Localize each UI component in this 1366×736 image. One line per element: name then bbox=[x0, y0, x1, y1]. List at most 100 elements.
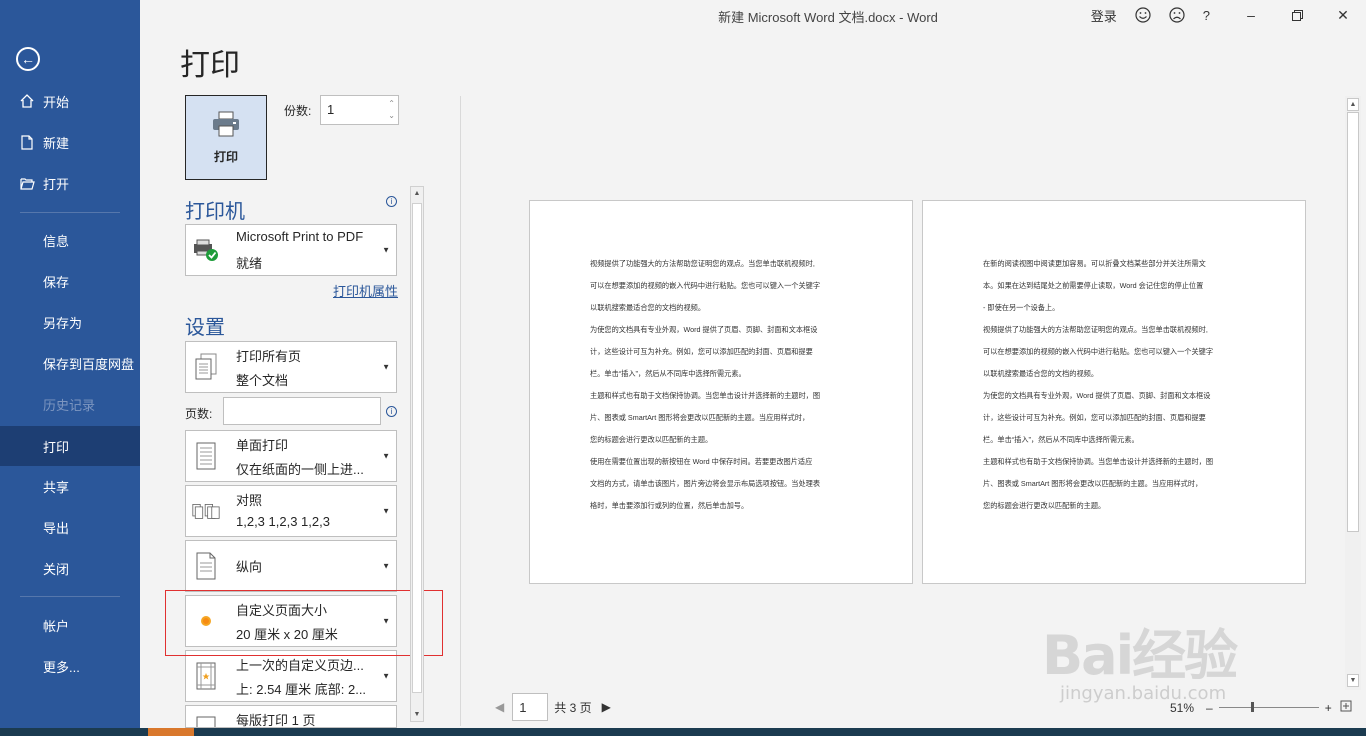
page-text-line: 您的标题会进行更改以匹配新的主题。 bbox=[983, 501, 1106, 510]
page-title: 打印 bbox=[180, 49, 240, 82]
pane-divider bbox=[460, 96, 461, 726]
sidebar-item-share[interactable]: 共享 bbox=[0, 466, 140, 506]
sidebar-item-label: 导出 bbox=[43, 520, 70, 536]
setting-line1: 上一次的自定义页边... bbox=[236, 658, 364, 673]
scroll-up-icon[interactable]: ▲ bbox=[1347, 98, 1359, 111]
taskbar bbox=[0, 728, 1366, 736]
collate-dropdown[interactable]: 对照 1,2,3 1,2,3 1,2,3 ▼ bbox=[185, 485, 397, 537]
setting-line1: 纵向 bbox=[236, 559, 263, 575]
sign-in-link[interactable]: 登录 bbox=[1091, 6, 1117, 25]
page-text-line: 使用在需要位置出现的新按钮在 Word 中保存时间。若要更改图片适应 bbox=[590, 457, 813, 466]
sidebar-divider bbox=[20, 596, 120, 597]
info-icon[interactable]: i bbox=[386, 406, 397, 417]
printer-name: Microsoft Print to PDF bbox=[236, 229, 364, 244]
dropdown-caret-icon: ▼ bbox=[382, 561, 390, 571]
sidebar-item-close[interactable]: 关闭 bbox=[0, 548, 140, 588]
sidebar-item-save[interactable]: 保存 bbox=[0, 261, 140, 301]
collated-icon bbox=[192, 499, 220, 523]
page-text-line: 片、图表或 SmartArt 图形将会更改以匹配新的主题。当应用样式时， bbox=[983, 479, 1203, 488]
smile-feedback-icon[interactable] bbox=[1135, 7, 1151, 23]
sidebar-item-save-as[interactable]: 另存为 bbox=[0, 302, 140, 342]
sidebar-item-new[interactable]: 新建 bbox=[0, 122, 140, 162]
copies-stepper[interactable]: 1 ⌃ ⌄ bbox=[320, 95, 399, 125]
zoom-slider[interactable] bbox=[1218, 702, 1319, 712]
pages-label: 页数: bbox=[185, 407, 213, 421]
preview-page-1: 视频提供了功能强大的方法帮助您证明您的观点。当您单击联机视频时, 可以在想要添加的… bbox=[529, 200, 913, 584]
printer-properties-link[interactable]: 打印机属性 bbox=[333, 281, 398, 300]
scroll-down-icon[interactable]: ▼ bbox=[411, 708, 423, 721]
scroll-down-icon[interactable]: ▼ bbox=[1347, 674, 1359, 687]
custom-margins-icon bbox=[192, 661, 220, 691]
setting-line1: 打印所有页 bbox=[236, 349, 302, 364]
page-text-line: 计，这些设计可互为补充。例如，您可以添加匹配的封面、页眉和提要 bbox=[983, 413, 1206, 422]
page-size-highlight-box bbox=[165, 590, 443, 656]
sidebar-item-label: 帐户 bbox=[43, 618, 70, 634]
title-bar: 新建 Microsoft Word 文档.docx - Word 登录 ? – … bbox=[140, 0, 1366, 30]
printer-status: 就绪 bbox=[236, 256, 263, 271]
sidebar-item-save-baidu[interactable]: 保存到百度网盘 bbox=[0, 343, 140, 383]
preview-page-2: 在新的阅读视图中阅读更加容易。可以折叠文档某些部分并关注所需文 本。如果在达到结尾… bbox=[922, 200, 1306, 584]
pages-per-sheet-dropdown[interactable]: 每版打印 1 页 bbox=[185, 705, 397, 728]
one-sided-icon bbox=[192, 441, 220, 471]
pages-input[interactable] bbox=[223, 397, 381, 425]
page-text-line: 计，这些设计可互为补充。例如，您可以添加匹配的封面、页眉和提要 bbox=[590, 347, 813, 356]
page-text-line: 格时，单击要添加行或列的位置，然后单击加号。 bbox=[590, 501, 749, 510]
sidebar-item-info[interactable]: 信息 bbox=[0, 220, 140, 260]
zoom-slider-knob[interactable] bbox=[1250, 702, 1254, 712]
minimize-icon[interactable]: – bbox=[1228, 0, 1274, 30]
sidebar-item-label: 关闭 bbox=[43, 561, 70, 577]
help-button[interactable]: ? bbox=[1203, 8, 1210, 23]
back-arrow-icon[interactable]: ← bbox=[16, 47, 40, 71]
portrait-icon bbox=[192, 551, 220, 581]
print-button-label: 打印 bbox=[213, 149, 238, 164]
print-button[interactable]: 打印 bbox=[185, 95, 267, 180]
margins-dropdown[interactable]: 上一次的自定义页边... 上: 2.54 厘米 底部: 2... ▼ bbox=[185, 650, 397, 702]
fit-page-icon[interactable] bbox=[1340, 700, 1352, 715]
info-icon[interactable]: i bbox=[386, 196, 397, 207]
setting-line1: 单面打印 bbox=[236, 438, 289, 453]
sidebar-item-open[interactable]: 打开 bbox=[0, 163, 140, 203]
page-text-line: 为使您的文档具有专业外观，Word 提供了页眉、页脚、封面和文本框设 bbox=[590, 325, 818, 334]
sidebar-item-label: 开始 bbox=[43, 94, 70, 110]
settings-scrollbar[interactable]: ▲ ▼ bbox=[410, 186, 424, 722]
sidebar-item-label: 新建 bbox=[43, 135, 70, 151]
print-range-dropdown[interactable]: 打印所有页 整个文档 ▼ bbox=[185, 341, 397, 393]
sidebar-item-export[interactable]: 导出 bbox=[0, 507, 140, 547]
page-text-line: 本。如果在达到结尾处之前需要停止读取，Word 会记住您的停止位置 bbox=[983, 281, 1204, 290]
dropdown-caret-icon: ▼ bbox=[382, 451, 390, 461]
next-page-icon[interactable]: ▶ bbox=[602, 700, 611, 714]
restore-icon[interactable] bbox=[1274, 0, 1320, 30]
current-page-input[interactable]: 1 bbox=[512, 693, 549, 721]
sidebar-item-home[interactable]: 开始 bbox=[0, 81, 140, 121]
sidebar-item-print[interactable]: 打印 bbox=[0, 426, 140, 466]
scroll-thumb[interactable] bbox=[1347, 112, 1359, 532]
page-text-line: 在新的阅读视图中阅读更加容易。可以折叠文档某些部分并关注所需文 bbox=[983, 259, 1206, 268]
sidebar-item-label: 共享 bbox=[43, 479, 70, 495]
printer-dropdown[interactable]: Microsoft Print to PDF 就绪 ▼ bbox=[185, 224, 397, 276]
setting-line2: 整个文档 bbox=[236, 373, 289, 388]
setting-line2: 上: 2.54 厘米 底部: 2... bbox=[236, 682, 367, 697]
settings-heading: 设置 bbox=[185, 317, 225, 339]
close-icon[interactable]: ✕ bbox=[1320, 0, 1366, 30]
prev-page-icon[interactable]: ◀ bbox=[495, 700, 504, 714]
zoom-in-icon[interactable]: + bbox=[1325, 701, 1332, 715]
spin-arrows-icon[interactable]: ⌃ ⌄ bbox=[388, 98, 395, 122]
home-icon bbox=[19, 94, 35, 108]
dropdown-caret-icon: ▼ bbox=[382, 506, 390, 516]
sidebar-item-more[interactable]: 更多... bbox=[0, 646, 140, 686]
page-text-line: 您的标题会进行更改以匹配新的主题。 bbox=[590, 435, 713, 444]
frown-feedback-icon[interactable] bbox=[1169, 7, 1185, 23]
preview-scrollbar[interactable]: ▲ ▼ bbox=[1345, 96, 1361, 690]
print-preview: 视频提供了功能强大的方法帮助您证明您的观点。当您单击联机视频时, 可以在想要添加的… bbox=[470, 96, 1340, 696]
orientation-dropdown[interactable]: 纵向 ▼ bbox=[185, 540, 397, 592]
taskbar-app[interactable] bbox=[148, 728, 194, 736]
all-pages-icon bbox=[192, 353, 220, 381]
scroll-up-icon[interactable]: ▲ bbox=[411, 187, 423, 200]
sidebar-item-label: 打印 bbox=[43, 439, 70, 455]
sidebar-item-account[interactable]: 帐户 bbox=[0, 605, 140, 645]
sidebar-item-history: 历史记录 bbox=[0, 384, 140, 424]
sidebar-item-label: 保存 bbox=[43, 274, 70, 290]
sidebar-item-label: 打开 bbox=[43, 176, 70, 192]
sides-dropdown[interactable]: 单面打印 仅在纸面的一侧上进... ▼ bbox=[185, 430, 397, 482]
scroll-thumb[interactable] bbox=[412, 203, 422, 693]
